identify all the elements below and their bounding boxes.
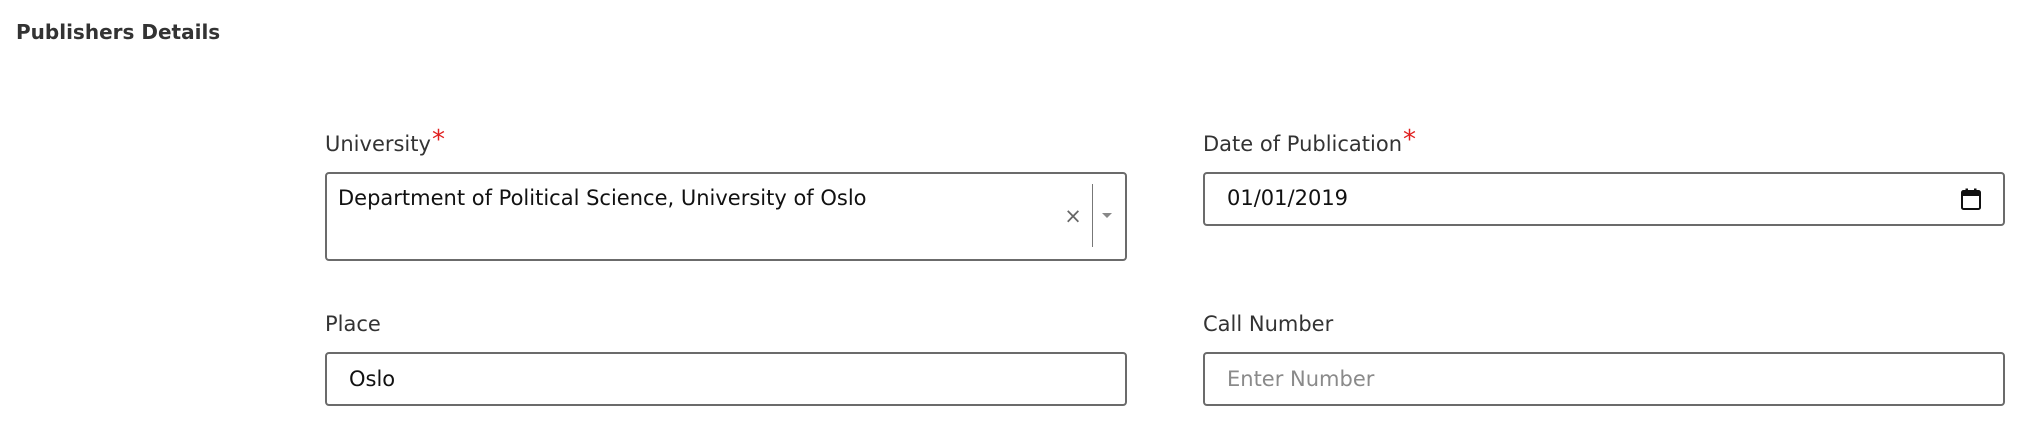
university-select[interactable]: Department of Political Science, Univers… [325,172,1127,261]
calendar-icon-svg [1961,188,1981,210]
date-of-publication-label: Date of Publication [1203,132,1403,156]
section-title: Publishers Details [16,20,221,44]
place-label-row: Place [325,310,1127,338]
date-of-publication-field: Date of Publication * 01/01/2019 [1203,125,2005,230]
university-selected-value: Department of Political Science, Univers… [338,186,867,210]
date-label-row: Date of Publication * [1203,125,2005,158]
place-input[interactable] [325,352,1127,406]
publishers-details-form: Publishers Details University * Departme… [0,0,2028,440]
university-label-row: University * [325,125,1127,158]
university-label: University [325,132,431,156]
close-icon[interactable]: × [1063,204,1083,228]
university-dropdown-toggle[interactable] [1093,174,1125,259]
call-number-label: Call Number [1203,312,1334,336]
calendar-icon[interactable] [1961,188,1981,210]
required-asterisk: * [1403,125,1417,155]
chevron-down-icon [1102,213,1112,218]
place-label: Place [325,312,381,336]
required-asterisk: * [431,125,445,155]
date-value: 01/01/2019 [1227,186,1349,210]
call-number-input[interactable] [1203,352,2005,406]
university-field: University * Department of Political Sci… [325,125,1127,265]
date-of-publication-input[interactable]: 01/01/2019 [1203,172,2005,226]
call-number-field: Call Number [1203,310,2005,410]
place-field: Place [325,310,1127,410]
call-number-label-row: Call Number [1203,310,2005,338]
